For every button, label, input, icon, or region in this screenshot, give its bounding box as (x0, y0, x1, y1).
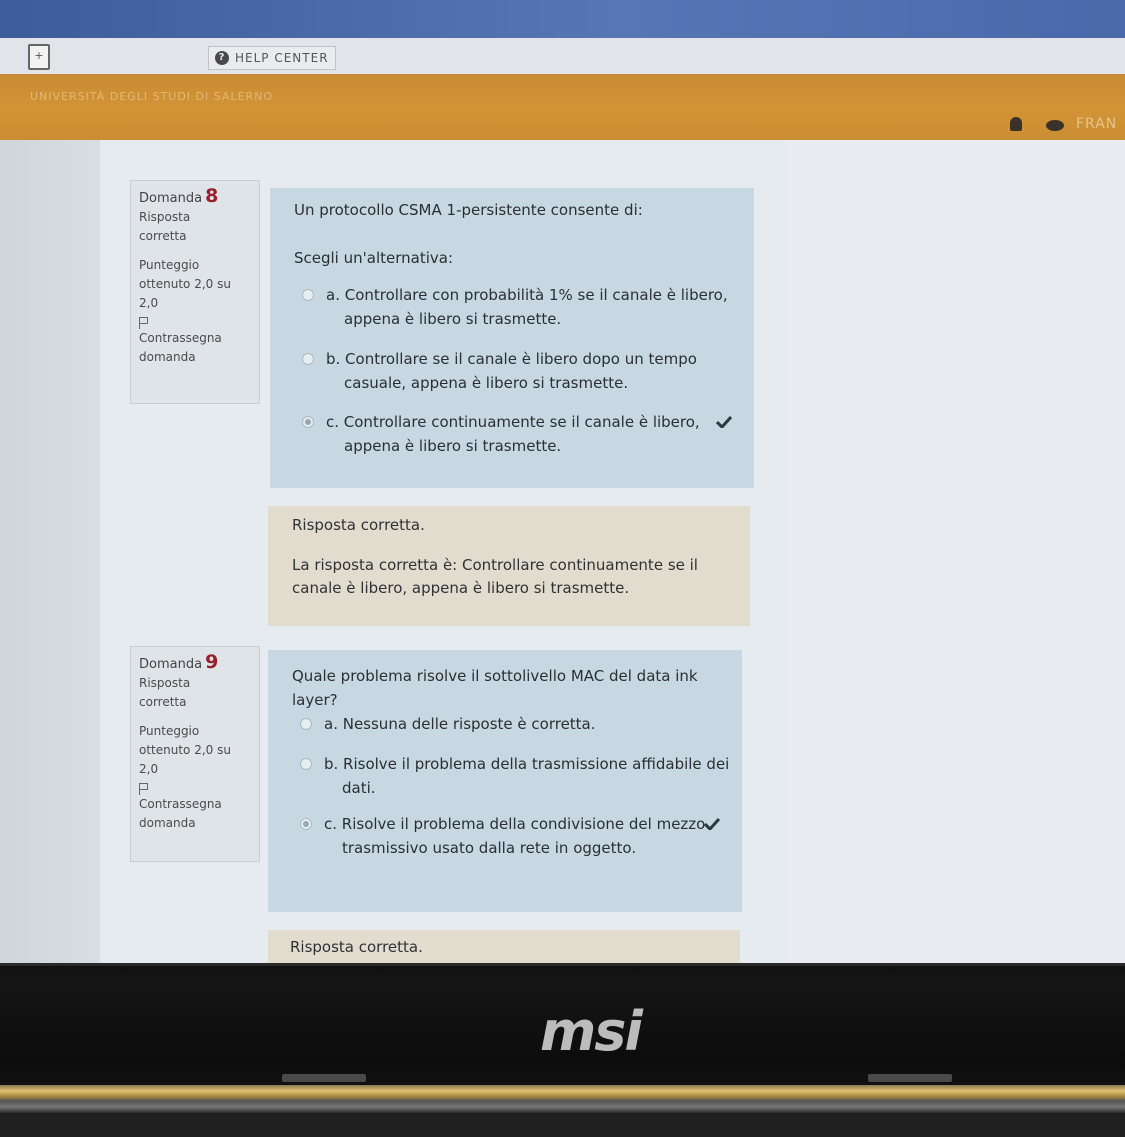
flag-question-link[interactable]: Contrassegna (139, 795, 251, 814)
question-content-8: Un protocollo CSMA 1-persistente consent… (270, 188, 754, 488)
answer-text: a. Nessuna delle risposte è corretta. (324, 715, 596, 733)
help-center-label: HELP CENTER (235, 51, 329, 65)
question-content-9: Quale problema risolve il sottolivello M… (268, 650, 742, 912)
status-text: corretta (139, 695, 187, 709)
feedback-text: La risposta corretta è: Controllare cont… (292, 556, 698, 574)
question-prompt: Quale problema risolve il sottolivello M… (292, 667, 698, 709)
radio-button-selected[interactable] (302, 416, 314, 428)
answer-option-b[interactable]: b. Controllare se il canale è libero dop… (302, 347, 732, 395)
flag-question-link[interactable]: Contrassegna (139, 329, 251, 348)
university-logo-text[interactable]: UNIVERSITÀ DEGLI STUDI DI SALERNO (30, 90, 273, 103)
answer-text: trasmissivo usato dalla rete in oggetto. (342, 839, 637, 857)
file-icon[interactable]: + (28, 44, 50, 70)
feedback-box-8: Risposta corretta. La risposta corretta … (268, 506, 750, 626)
answer-text: b. Controllare se il canale è libero dop… (326, 350, 697, 368)
score-text: 2,0 (139, 762, 159, 776)
answer-text: dati. (342, 779, 376, 797)
answer-text: appena è libero si trasmette. (344, 310, 562, 328)
answer-option-c[interactable]: c. Risolve il problema della condivision… (300, 812, 730, 860)
correct-check-icon (704, 818, 720, 830)
window-title-band (0, 0, 1125, 38)
help-icon: ? (215, 51, 229, 65)
answer-option-b[interactable]: b. Risolve il problema della trasmission… (300, 752, 730, 800)
flag-icon[interactable] (139, 783, 149, 795)
radio-button[interactable] (302, 289, 314, 301)
side-column (785, 140, 1125, 985)
answer-text: a. Controllare con probabilità 1% se il … (326, 286, 728, 304)
correct-check-icon (716, 416, 732, 428)
choose-label: Scegli un'alternativa: (294, 249, 454, 267)
question-info-9: Domanda 9 Risposta corretta Punteggio ott… (130, 646, 260, 862)
radio-button[interactable] (300, 758, 312, 770)
answer-text: c. Controllare continuamente se il canal… (326, 413, 700, 431)
question-number: 8 (205, 185, 219, 207)
laptop-base (0, 1113, 1125, 1137)
feedback-title: Risposta corretta. (290, 938, 423, 956)
hinge-right (868, 1074, 952, 1082)
help-center-button[interactable]: ? HELP CENTER (208, 46, 336, 70)
bell-icon[interactable] (1010, 117, 1022, 131)
answer-text: b. Risolve il problema della trasmission… (324, 755, 730, 773)
answer-option-c[interactable]: c. Controllare continuamente se il canal… (302, 410, 732, 458)
answer-option-a[interactable]: a. Nessuna delle risposte è corretta. (300, 712, 730, 736)
question-info-8: Domanda 8 Risposta corretta Punteggio ott… (130, 180, 260, 404)
answer-option-a[interactable]: a. Controllare con probabilità 1% se il … (302, 283, 732, 331)
hinge-left (282, 1074, 366, 1082)
user-menu[interactable]: FRAN (1076, 116, 1117, 132)
radio-button-selected[interactable] (300, 818, 312, 830)
bezel-edge (0, 963, 1125, 966)
status-text: Risposta (139, 676, 191, 690)
laptop-screen: + ? HELP CENTER UNIVERSITÀ DEGLI STUDI D… (0, 0, 1125, 985)
score-text: Punteggio (139, 724, 200, 738)
question-prompt: Un protocollo CSMA 1-persistente consent… (294, 201, 643, 219)
score-text: Punteggio (139, 258, 200, 272)
answer-text: c. Risolve il problema della condivision… (324, 815, 706, 833)
score-text: ottenuto 2,0 su (139, 743, 231, 757)
radio-button[interactable] (300, 718, 312, 730)
flag-icon[interactable] (139, 317, 149, 329)
answer-text: appena è libero si trasmette. (344, 437, 562, 455)
toolbar (0, 38, 1125, 74)
status-text: corretta (139, 229, 187, 243)
question-label: Domanda (139, 191, 203, 206)
score-text: ottenuto 2,0 su (139, 277, 231, 291)
score-text: 2,0 (139, 296, 159, 310)
flag-question-link[interactable]: domanda (139, 348, 251, 367)
chat-icon[interactable] (1046, 120, 1064, 131)
radio-button[interactable] (302, 353, 314, 365)
feedback-text: canale è libero, appena è libero si tras… (292, 579, 630, 597)
question-label: Domanda (139, 657, 203, 672)
brand-logo: msi (540, 1000, 643, 1063)
question-number: 9 (205, 651, 219, 673)
feedback-title: Risposta corretta. (292, 516, 425, 534)
answer-text: casuale, appena è libero si trasmette. (344, 374, 629, 392)
status-text: Risposta (139, 210, 191, 224)
hinge-trim (0, 1085, 1125, 1113)
flag-question-link[interactable]: domanda (139, 814, 251, 833)
